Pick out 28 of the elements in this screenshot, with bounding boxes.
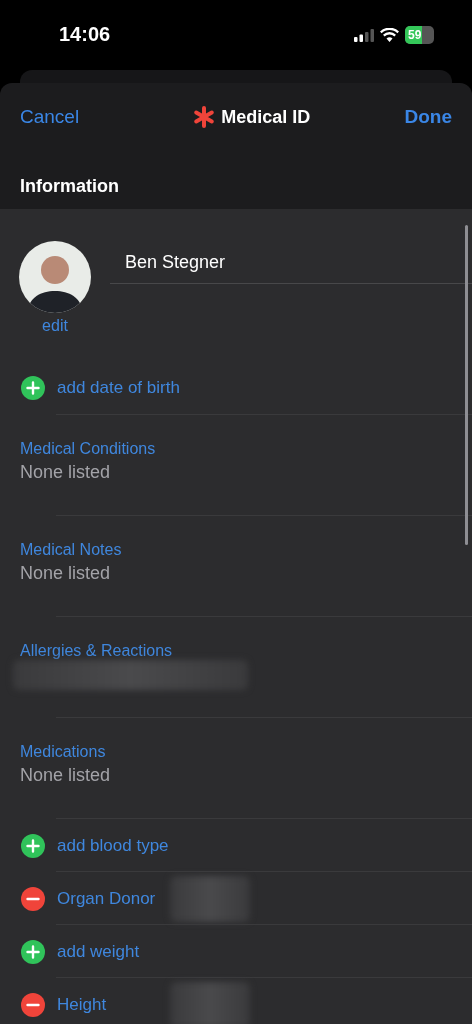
add-icon[interactable] bbox=[21, 833, 45, 858]
wifi-icon bbox=[380, 28, 399, 42]
field-label: Medications bbox=[20, 743, 106, 761]
field-value[interactable]: None listed bbox=[20, 563, 111, 584]
row-label[interactable]: Organ Donor bbox=[57, 888, 156, 909]
field-label: Allergies & Reactions bbox=[20, 642, 173, 660]
clock: 14:06 bbox=[59, 23, 111, 46]
add-icon[interactable] bbox=[21, 939, 45, 964]
remove-icon[interactable] bbox=[21, 992, 45, 1017]
cancel-button[interactable]: Cancel bbox=[20, 106, 80, 128]
field-value[interactable]: None listed bbox=[20, 462, 111, 483]
edit-photo-button[interactable]: edit bbox=[42, 317, 68, 335]
signal-icon bbox=[354, 28, 374, 42]
asterisk-icon bbox=[193, 106, 216, 128]
section-header: Information bbox=[20, 175, 119, 197]
row-label[interactable]: add date of birth bbox=[57, 378, 180, 398]
name-field[interactable]: Ben Stegner bbox=[125, 251, 226, 273]
battery-icon: 59 bbox=[405, 26, 434, 44]
add-icon[interactable] bbox=[21, 376, 45, 400]
field-label: Medical Notes bbox=[20, 541, 122, 559]
field-value[interactable]: None listed bbox=[20, 765, 111, 786]
row-label[interactable]: Height bbox=[57, 994, 107, 1015]
screen-title: Medical ID bbox=[221, 106, 311, 128]
row-label[interactable]: add blood type bbox=[57, 835, 169, 856]
remove-icon[interactable] bbox=[21, 886, 45, 911]
row-label[interactable]: add weight bbox=[57, 941, 140, 962]
done-button[interactable]: Done bbox=[404, 106, 452, 128]
field-label: Medical Conditions bbox=[20, 440, 156, 458]
